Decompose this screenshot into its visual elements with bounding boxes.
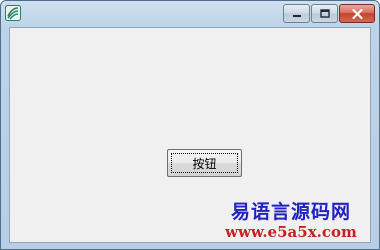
maximize-button[interactable] [311, 4, 338, 23]
close-button[interactable] [339, 4, 375, 23]
title-bar[interactable] [1, 1, 379, 27]
maximize-icon [319, 9, 330, 18]
app-icon[interactable] [5, 5, 21, 21]
close-icon [351, 8, 363, 19]
push-button[interactable]: 按钮 [167, 149, 242, 177]
minimize-icon [292, 14, 301, 17]
caption-buttons [283, 4, 375, 23]
minimize-button[interactable] [283, 4, 310, 23]
form-client-area: 按钮 [9, 27, 371, 243]
app-window: 按钮 易语言源码网 www.e5a5x.com [0, 0, 380, 250]
